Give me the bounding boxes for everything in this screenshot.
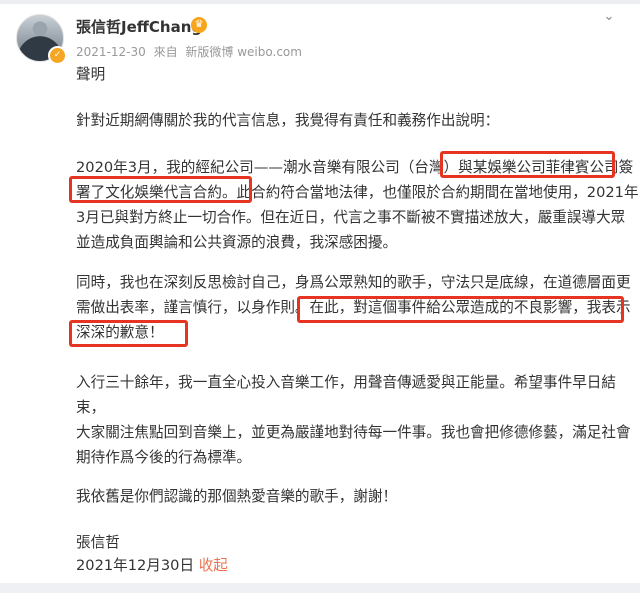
author-name[interactable]: 張信哲JeffChang [76, 16, 202, 37]
signature: 張信哲 [76, 534, 120, 551]
highlight-box-2b [69, 320, 188, 347]
paragraph-2-line-3: 3月已與對方終止一切合作。但在近日，代言之事不斷被不實描述放大，嚴重誤導大眾 [76, 209, 626, 226]
paragraph-5: 我依舊是你們認識的那個熱愛音樂的歌手，謝謝！ [76, 488, 398, 505]
collapse-link[interactable]: 收起 [199, 557, 228, 574]
chevron-down-icon[interactable]: ⌄ [601, 9, 617, 25]
source-prefix: 來自 [153, 45, 178, 59]
statement-title: 聲明 [76, 66, 106, 83]
text-span: 需做出表率，謹言慎行，以身作則。 [76, 299, 310, 316]
paragraph-2-line-4: 並造成負面輿論和公共資源的浪費，我深感困擾。 [76, 234, 398, 251]
sign-date: 2021年12月30日 [76, 557, 195, 574]
paragraph-1: 針對近期網傳關於我的代言信息，我覺得有責任和義務作出說明： [76, 112, 500, 129]
highlight-box-1a [440, 151, 615, 178]
paragraph-4-line-2: 束， [76, 399, 106, 416]
text-span: 2020年3月，我的經紀公司——潮水音樂有限公司（台灣） [76, 159, 459, 176]
paragraph-4-line-1: 入行三十餘年，我一直全心投入音樂工作，用聲音傳遞愛與正能量。希望事件早日結 [76, 374, 616, 391]
bottom-divider [0, 583, 640, 593]
paragraph-4-line-4: 期待作爲今後的行為標準。 [76, 449, 252, 466]
paragraph-3-line-1: 同時，我也在深刻反思檢討自己，身爲公眾熟知的歌手，守法只是底線，在道德層面更 [76, 274, 631, 291]
highlight-box-2a [297, 296, 624, 323]
verified-badge-icon: ✓ [48, 46, 67, 65]
sign-date-line: 2021年12月30日 收起 [76, 553, 228, 578]
post-meta: 2021-12-30 來自 新版微博 weibo.com [76, 43, 306, 60]
vip-member-icon[interactable]: ♛ [191, 17, 207, 33]
paragraph-4-line-3: 大家關注焦點回到音樂上，並更為嚴謹地對待每一件事。我也會把修德修藝，滿足社會 [76, 424, 631, 441]
post-source[interactable]: 新版微博 weibo.com [185, 45, 302, 59]
highlight-box-1b [69, 176, 252, 203]
text-span: 此合約符合當地法律，也僅限於合約期間在當地使用，2021年 [236, 184, 639, 201]
post-date[interactable]: 2021-12-30 [76, 45, 146, 59]
top-divider [0, 0, 640, 4]
